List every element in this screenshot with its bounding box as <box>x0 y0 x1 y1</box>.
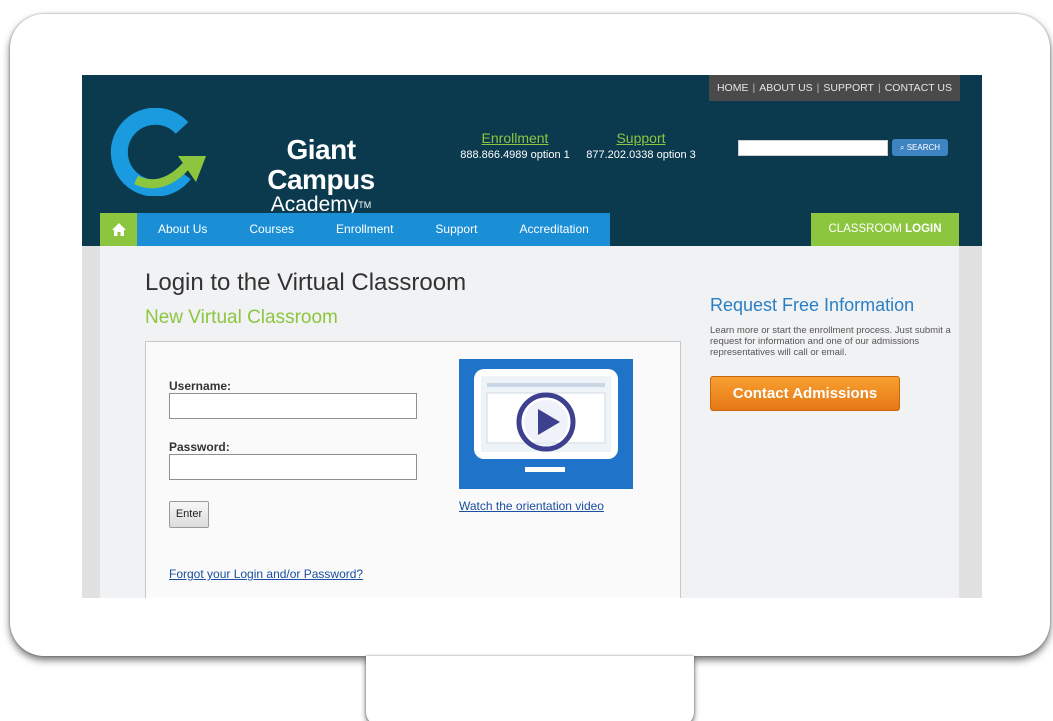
classroom-label: CLASSROOM <box>828 223 902 235</box>
enrollment-phone: 888.866.4989 option 1 <box>460 149 570 161</box>
search-button-label: SEARCH <box>906 143 941 152</box>
separator: | <box>752 82 756 94</box>
nav-home-button[interactable] <box>100 213 137 246</box>
logo-mark[interactable] <box>106 108 214 196</box>
support-contact: Support 877.202.0338 option 3 <box>578 130 704 161</box>
page-title: Login to the Virtual Classroom <box>145 269 467 296</box>
topnav-home-link[interactable]: HOME <box>717 82 749 94</box>
password-label: Password: <box>169 440 230 454</box>
forgot-password-link[interactable]: Forgot your Login and/or Password? <box>169 567 363 581</box>
enrollment-link[interactable]: Enrollment <box>454 130 576 146</box>
search-input[interactable] <box>738 140 888 156</box>
home-icon <box>111 223 126 236</box>
classroom-login-label: LOGIN <box>905 223 942 235</box>
username-input[interactable] <box>169 393 417 419</box>
topnav-support-link[interactable]: SUPPORT <box>823 82 874 94</box>
support-link[interactable]: Support <box>578 130 704 146</box>
search-icon: ⌕ <box>899 143 905 152</box>
separator: | <box>816 82 820 94</box>
logo-tm: TM <box>358 200 372 210</box>
search-button[interactable]: ⌕ SEARCH <box>892 139 948 156</box>
support-phone: 877.202.0338 option 3 <box>586 149 696 161</box>
orientation-video-link[interactable]: Watch the orientation video <box>459 499 604 513</box>
logo-line2: AcademyTM <box>230 194 412 215</box>
classroom-login-button[interactable]: CLASSROOM LOGIN <box>811 213 959 246</box>
play-icon <box>516 392 576 452</box>
enter-button[interactable]: Enter <box>169 501 209 528</box>
request-info-text: Learn more or start the enrollment proce… <box>710 325 951 358</box>
contact-admissions-button[interactable]: Contact Admissions <box>710 376 900 411</box>
monitor-stand <box>366 656 694 721</box>
enrollment-contact: Enrollment 888.866.4989 option 1 <box>454 130 576 161</box>
request-info-title: Request Free Information <box>710 295 915 315</box>
nav-about-us[interactable]: About Us <box>137 213 228 246</box>
password-input[interactable] <box>169 454 417 480</box>
topnav-about-link[interactable]: ABOUT US <box>759 82 812 94</box>
main-nav: About Us Courses Enrollment Support Accr… <box>100 213 610 246</box>
logo-wordmark[interactable]: Giant Campus AcademyTM <box>230 134 412 216</box>
nav-enrollment[interactable]: Enrollment <box>315 213 414 246</box>
login-panel: Username: Password: Enter Forgot your Lo… <box>145 341 681 598</box>
username-label: Username: <box>169 379 232 393</box>
main-content: Login to the Virtual Classroom New Virtu… <box>100 246 959 598</box>
device-mockup: HOME | ABOUT US | SUPPORT | CONTACT US Giant C… <box>0 0 1053 721</box>
video-monitor-illustration <box>474 369 618 472</box>
topnav-contact-link[interactable]: CONTACT US <box>885 82 952 94</box>
nav-accreditation[interactable]: Accreditation <box>498 213 609 246</box>
logo-line1: Giant Campus <box>267 134 375 195</box>
nav-support[interactable]: Support <box>414 213 498 246</box>
top-utility-nav: HOME | ABOUT US | SUPPORT | CONTACT US <box>708 75 960 101</box>
separator: | <box>877 82 881 94</box>
orientation-video-thumbnail[interactable] <box>459 359 633 489</box>
page-subtitle: New Virtual Classroom <box>145 307 338 328</box>
nav-courses[interactable]: Courses <box>228 213 315 246</box>
browser-screen: HOME | ABOUT US | SUPPORT | CONTACT US Giant C… <box>82 75 982 598</box>
